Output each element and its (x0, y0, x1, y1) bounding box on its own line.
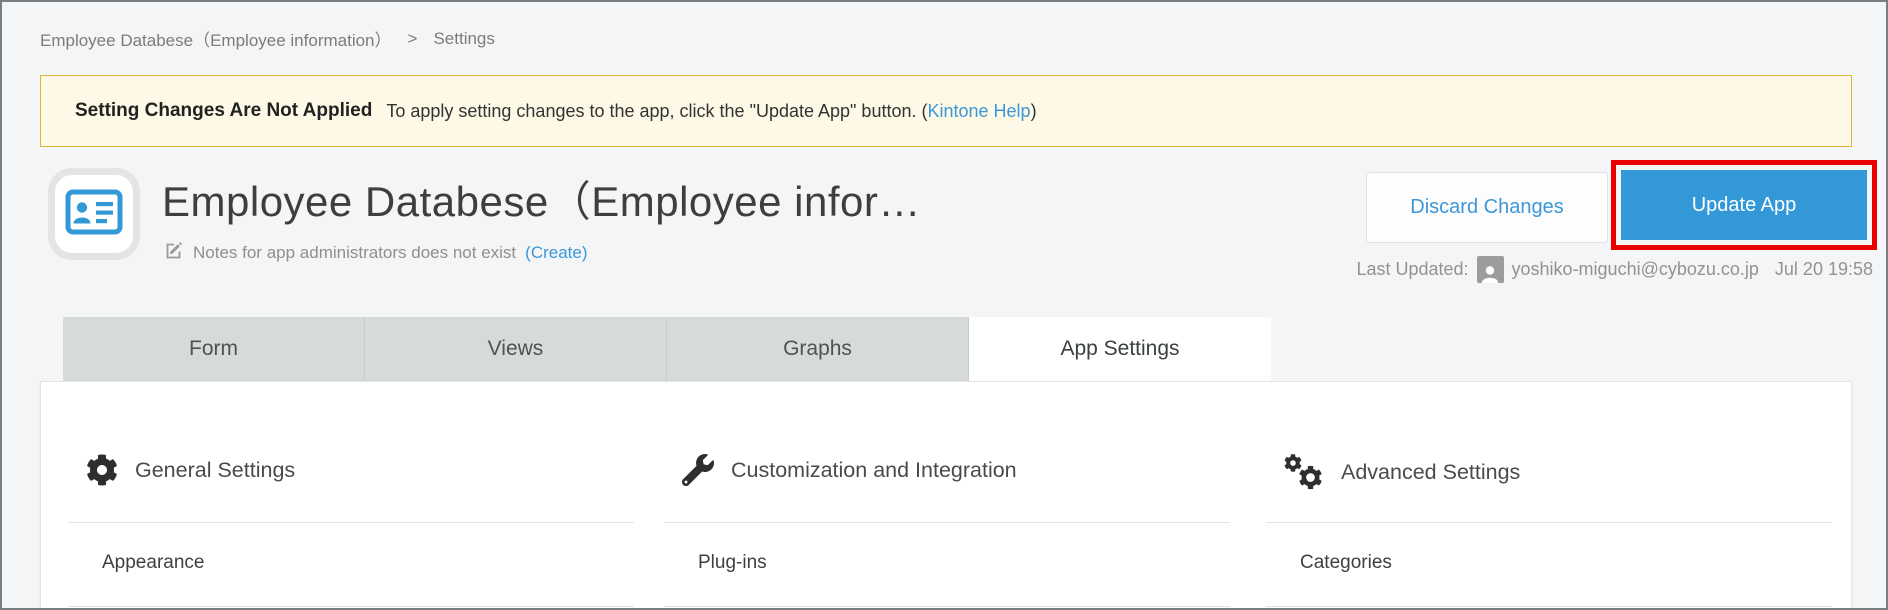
settings-tab-bar: Form Views Graphs App Settings (63, 317, 1271, 381)
settings-item-categories[interactable]: Categories (1300, 552, 1392, 574)
divider (68, 522, 634, 523)
banner-paren-close: ) (1031, 101, 1037, 122)
gear-icon (86, 454, 118, 486)
tab-views[interactable]: Views (365, 317, 667, 381)
last-updated-user: yoshiko-miguchi@cybozu.co.jp (1512, 259, 1759, 280)
note-edit-icon (164, 240, 184, 265)
tab-form[interactable]: Form (63, 317, 365, 381)
admin-notes-row: Notes for app administrators does not ex… (164, 240, 588, 265)
divider (1266, 606, 1832, 607)
section-heading: General Settings (86, 454, 295, 486)
app-icon (48, 168, 140, 260)
breadcrumb-separator: > (408, 29, 418, 49)
breadcrumb-app-link[interactable]: Employee Databese（Employee information） (40, 26, 392, 51)
section-title: General Settings (135, 458, 295, 483)
update-app-highlight-box: Update App (1611, 160, 1877, 250)
divider (664, 606, 1230, 607)
banner-message: To apply setting changes to the app, cli… (386, 101, 921, 122)
notes-text: Notes for app administrators does not ex… (193, 243, 516, 263)
divider (1266, 522, 1832, 523)
divider (664, 522, 1230, 523)
section-title: Advanced Settings (1341, 460, 1520, 485)
last-updated-row: Last Updated: yoshiko-miguchi@cybozu.co.… (1356, 256, 1873, 283)
page-title: Employee Databese（Employee infor… (162, 168, 921, 229)
tab-graphs[interactable]: Graphs (667, 317, 969, 381)
last-updated-label: Last Updated: (1356, 259, 1468, 280)
id-card-icon (65, 189, 123, 240)
section-heading: Advanced Settings (1284, 454, 1520, 490)
wrench-icon (682, 454, 714, 486)
discard-changes-button[interactable]: Discard Changes (1366, 172, 1608, 243)
unapplied-changes-banner: Setting Changes Are Not Applied To apply… (40, 75, 1852, 147)
breadcrumb-current: Settings (433, 29, 494, 49)
notes-create-link[interactable]: (Create) (525, 243, 587, 263)
update-app-button[interactable]: Update App (1621, 170, 1867, 240)
section-customization-integration: Customization and Integration Plug-ins (664, 382, 1230, 608)
gears-icon (1284, 454, 1324, 490)
user-avatar-icon (1477, 256, 1504, 283)
settings-item-appearance[interactable]: Appearance (102, 552, 204, 574)
section-title: Customization and Integration (731, 458, 1017, 483)
breadcrumb: Employee Databese（Employee information） … (40, 26, 495, 51)
kintone-help-link[interactable]: Kintone Help (927, 101, 1030, 122)
banner-title: Setting Changes Are Not Applied (75, 100, 372, 122)
tab-app-settings[interactable]: App Settings (969, 317, 1271, 381)
divider (68, 606, 634, 607)
settings-item-plugins[interactable]: Plug-ins (698, 552, 767, 574)
kintone-settings-page: Employee Databese（Employee information） … (0, 0, 1888, 610)
last-updated-time: Jul 20 19:58 (1775, 259, 1873, 280)
section-advanced-settings: Advanced Settings Categories (1266, 382, 1832, 608)
app-settings-panel: General Settings Appearance Customizatio… (40, 381, 1852, 608)
section-heading: Customization and Integration (682, 454, 1017, 486)
section-general-settings: General Settings Appearance (68, 382, 634, 608)
